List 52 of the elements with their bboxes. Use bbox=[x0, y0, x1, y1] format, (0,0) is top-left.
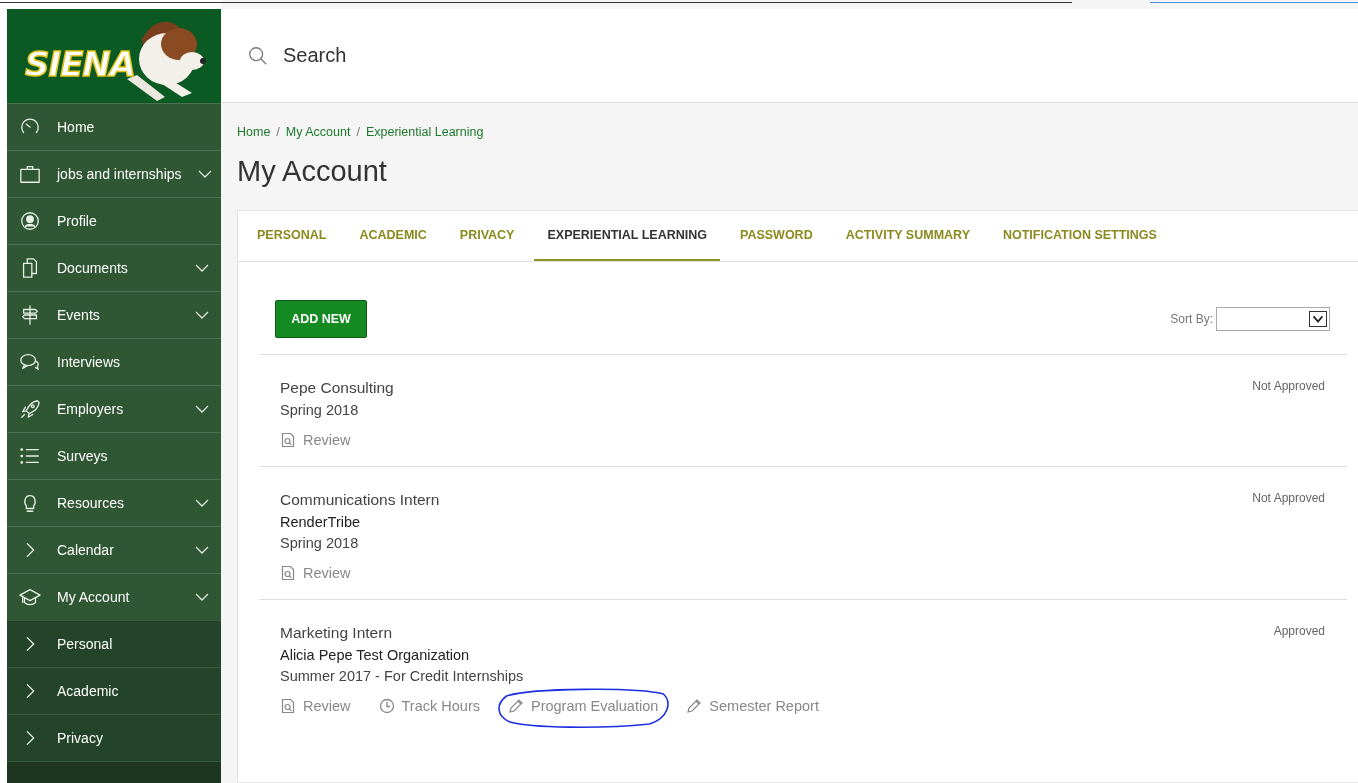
breadcrumb-link[interactable]: My Account bbox=[285, 125, 351, 139]
pencil-icon bbox=[686, 698, 703, 714]
action-link[interactable]: Review bbox=[280, 565, 351, 581]
add-new-button[interactable]: ADD NEW bbox=[275, 300, 367, 338]
signpost-icon bbox=[19, 304, 41, 326]
document-search-icon bbox=[280, 432, 296, 448]
tab[interactable]: ACTIVITY SUMMARY bbox=[832, 211, 983, 261]
list-icon bbox=[19, 445, 41, 467]
rocket-icon bbox=[19, 398, 41, 420]
entry-title: Pepe Consulting bbox=[280, 379, 394, 397]
page-title: My Account bbox=[237, 155, 388, 188]
entry-detail: Summer 2017 - For Credit Internships bbox=[280, 668, 525, 684]
sidebar-subitem[interactable]: Personal bbox=[7, 620, 221, 667]
sidebar-subitem[interactable]: Academic bbox=[7, 667, 221, 714]
action-link[interactable]: Review bbox=[280, 432, 351, 448]
action-link[interactable]: Semester Report bbox=[686, 698, 819, 714]
sidebar-subitem[interactable]: Privacy bbox=[7, 714, 221, 761]
graduation-cap-icon bbox=[19, 586, 41, 608]
breadcrumb-separator: / bbox=[276, 125, 280, 139]
search-icon bbox=[247, 44, 269, 67]
entry-detail: RenderTribe bbox=[280, 514, 362, 530]
person-icon bbox=[19, 210, 41, 232]
document-search-icon bbox=[280, 565, 296, 581]
entry-title: Communications Intern bbox=[280, 491, 440, 509]
entry-detail: Alicia Pepe Test Organization bbox=[280, 647, 471, 663]
document-search-icon bbox=[280, 698, 296, 714]
action-link[interactable]: Track Hours bbox=[378, 698, 480, 714]
sort-label: Sort By: bbox=[1170, 312, 1213, 326]
approval-status: Not Approved bbox=[1252, 379, 1325, 395]
logo-text: SIENA bbox=[25, 44, 137, 84]
sort-dropdown[interactable] bbox=[1216, 307, 1330, 331]
chat-icon bbox=[19, 351, 41, 373]
entry-detail: Spring 2018 bbox=[280, 402, 360, 418]
action-link[interactable]: Review bbox=[280, 698, 351, 714]
clock-icon bbox=[378, 698, 395, 714]
approval-status: Not Approved bbox=[1252, 491, 1325, 507]
search-field[interactable]: Search bbox=[281, 43, 685, 68]
pencil-icon bbox=[507, 698, 524, 714]
tab[interactable]: PRIVACY bbox=[446, 211, 528, 261]
tab[interactable]: ACADEMIC bbox=[346, 211, 440, 261]
briefcase-icon bbox=[19, 163, 41, 185]
approval-status: Approved bbox=[1273, 624, 1325, 640]
breadcrumb-link[interactable]: Experiential Learning bbox=[365, 125, 484, 139]
tab[interactable]: PERSONAL bbox=[244, 211, 340, 261]
logo[interactable]: SIENA bbox=[7, 9, 221, 103]
tab[interactable]: PASSWORD bbox=[726, 211, 826, 261]
tab[interactable]: EXPERIENTIAL LEARNING bbox=[534, 211, 720, 261]
tab[interactable]: NOTIFICATION SETTINGS bbox=[989, 211, 1170, 261]
entry-detail: Spring 2018 bbox=[280, 535, 360, 551]
entry-title: Marketing Intern bbox=[280, 624, 393, 642]
breadcrumb-separator: / bbox=[356, 125, 360, 139]
breadcrumb-link[interactable]: Home bbox=[237, 125, 271, 139]
